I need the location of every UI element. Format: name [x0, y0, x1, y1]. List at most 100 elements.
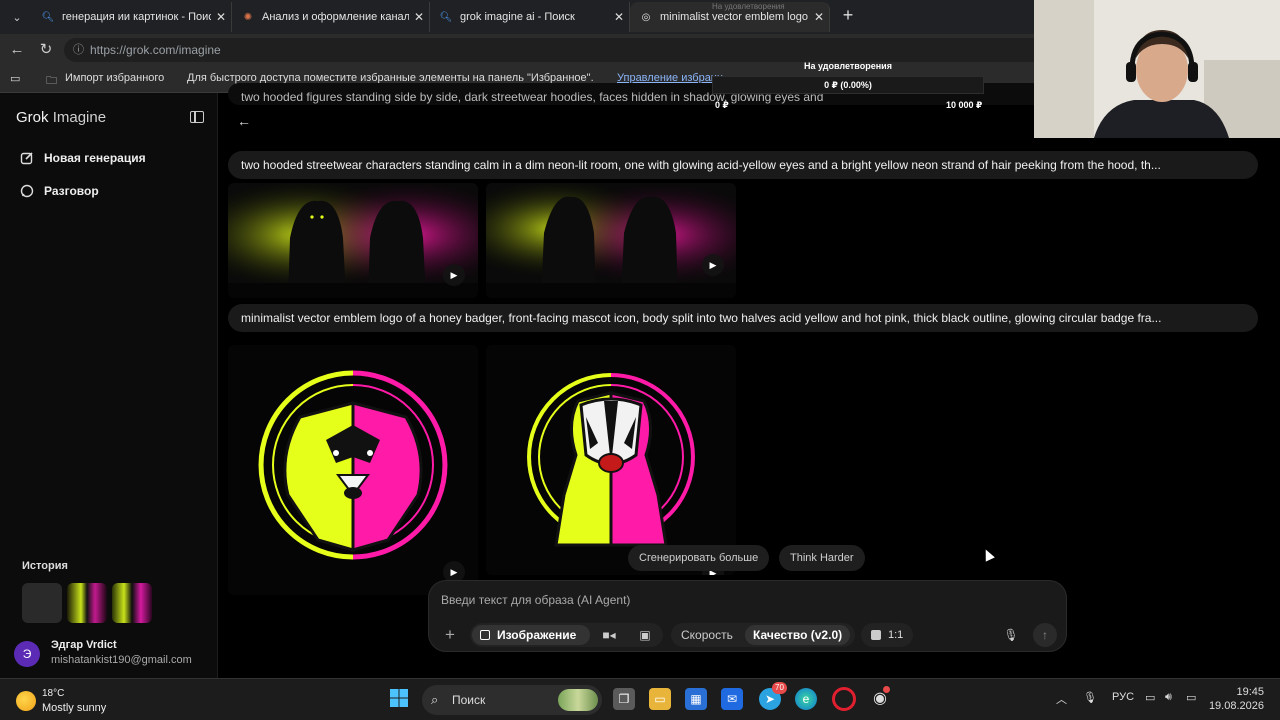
clock-time: 19:45	[1236, 686, 1264, 698]
battery-icon[interactable]: ▭	[1186, 691, 1196, 704]
reading-list-icon[interactable]: ▭	[10, 72, 20, 85]
network-icon[interactable]: ▭	[1145, 691, 1155, 704]
aspect-square-icon	[871, 630, 881, 640]
search-icon: 🔍︎	[41, 11, 55, 23]
mode-switch: Изображение ■◂ ▣	[470, 623, 663, 647]
generated-badger-logo-1[interactable]: ▶	[228, 345, 478, 595]
user-profile[interactable]: Э Эдгар Vrdict mishatankist190@gmail.com	[14, 639, 214, 673]
grok-imagine-app: Grok Imagine Новая генерация Разговор Ис…	[0, 83, 1280, 678]
generated-badger-logo-2[interactable]: ▶	[486, 345, 736, 575]
mouse-cursor-icon	[981, 547, 995, 562]
site-info-icon[interactable]: ⓘ	[73, 38, 84, 62]
close-tab-icon[interactable]: ✕	[409, 10, 429, 24]
search-icon: 🔍︎	[439, 11, 453, 23]
sidebar-item-conversation[interactable]: Разговор	[20, 184, 99, 198]
generate-more-button[interactable]: Сгенерировать больше	[628, 545, 770, 571]
task-view-icon[interactable]: ❐	[613, 688, 635, 710]
send-arrow-icon[interactable]: ↑	[1033, 623, 1057, 647]
history-thumbnail[interactable]	[22, 583, 62, 623]
overlay-title: На удовлетворения	[804, 61, 892, 71]
speed-option[interactable]: Скорость	[673, 625, 741, 645]
overlay-value: 0 ₽ (0.00%)	[824, 80, 872, 90]
close-tab-icon[interactable]: ✕	[609, 10, 629, 24]
clock-date: 19.08.2026	[1208, 700, 1264, 712]
user-name: Эдгар Vrdict	[51, 639, 117, 651]
sun-icon	[16, 691, 36, 711]
sidebar-item-label: Новая генерация	[44, 151, 146, 165]
grok-icon: ◎	[641, 11, 651, 23]
donation-goal-widget: На удовлетворения На удовлетворения 0 ₽ …	[712, 2, 1034, 110]
tab-1[interactable]: 🔍︎ генерация ии картинок - Поиск ✕	[32, 2, 232, 32]
tab-title: grok imagine ai - Поиск	[460, 11, 575, 23]
think-harder-button[interactable]: Think Harder	[779, 545, 865, 571]
prompt-2[interactable]: minimalist vector emblem logo of a honey…	[228, 304, 1258, 332]
mode-image-label: Изображение	[497, 628, 577, 642]
quality-option[interactable]: Качество (v2.0)	[745, 625, 851, 645]
back-arrow-icon[interactable]: ←	[7, 40, 27, 60]
search-icon: ⌕	[431, 692, 439, 707]
reload-icon[interactable]: ↻	[36, 40, 56, 60]
language-indicator[interactable]: РУС	[1112, 691, 1134, 703]
add-attachment-plus-icon[interactable]: +	[439, 623, 461, 647]
telegram-icon[interactable]: ➤ 70	[759, 682, 787, 710]
aspect-ratio-select[interactable]: 1:1	[861, 623, 913, 647]
opera-browser-icon[interactable]	[832, 687, 856, 711]
history-thumbnail[interactable]	[67, 583, 107, 623]
overlay-ghost-title: На удовлетворения	[712, 2, 785, 11]
volume-icon[interactable]: 🔊︎	[1165, 691, 1172, 704]
brand-logo[interactable]: Grok Imagine	[16, 109, 106, 126]
prompt-input[interactable]: Введи текст для образа (AI Agent)	[441, 593, 630, 607]
taskbar-search[interactable]: ⌕ Поиск	[422, 685, 602, 715]
windows-taskbar: 18°C Mostly sunny ⌕ Поиск ❐ ▭ ▦ ✉ ➤ 70 e…	[0, 678, 1280, 720]
prompt-1[interactable]: two hooded streetwear characters standin…	[228, 151, 1258, 179]
prompt-composer: Введи текст для образа (AI Agent) + Изоб…	[428, 580, 1067, 652]
tab-2[interactable]: ✺ Анализ и оформление канала Ki ✕	[232, 2, 430, 32]
close-tab-icon[interactable]: ✕	[809, 10, 829, 24]
history-thumbnail[interactable]	[112, 583, 152, 623]
generated-video-thumbnail[interactable]: ▶	[486, 183, 736, 298]
weather-temp: 18°C	[42, 688, 65, 699]
recording-dot-icon	[883, 686, 890, 693]
edge-browser-icon[interactable]: e	[795, 688, 817, 710]
video-camera-icon[interactable]: ■◂	[594, 625, 624, 645]
obs-icon[interactable]: ◉	[869, 686, 891, 710]
agent-icon[interactable]: ▣	[630, 625, 660, 645]
back-arrow-icon[interactable]: ←	[236, 113, 252, 129]
file-explorer-icon[interactable]: ▭	[649, 688, 671, 710]
overlay-min: 0 ₽	[715, 100, 729, 110]
history-title: История	[22, 560, 68, 572]
sidebar: Grok Imagine Новая генерация Разговор Ис…	[0, 93, 218, 678]
avatar: Э	[14, 641, 40, 667]
tray-chevron-icon[interactable]: ︿	[1056, 691, 1067, 707]
tab-title: minimalist vector emblem logo of	[660, 11, 809, 23]
tab-actions-chevron-icon[interactable]: ⌄	[6, 6, 28, 28]
play-icon[interactable]: ▶	[702, 254, 724, 276]
microphone-icon[interactable]: 🎙︎	[1003, 623, 1019, 647]
import-favorites-link[interactable]: Импорт избранного	[65, 72, 164, 84]
overlay-max: 10 000 ₽	[946, 100, 983, 110]
sidebar-item-label: Разговор	[44, 184, 99, 198]
microsoft-store-icon[interactable]: ▦	[685, 688, 707, 710]
telegram-badge: 70	[772, 682, 787, 694]
aspect-ratio-label: 1:1	[888, 629, 904, 641]
mode-image-button[interactable]: Изображение	[472, 625, 590, 645]
sidebar-item-new-generation[interactable]: Новая генерация	[20, 151, 146, 165]
microphone-tray-icon[interactable]: 🎙︎	[1083, 691, 1097, 704]
brand-bold: Grok	[16, 109, 49, 126]
edit-icon	[20, 151, 34, 165]
claude-icon: ✺	[243, 11, 253, 23]
import-favorites-folder-icon[interactable]: 🗀︎	[46, 72, 57, 91]
user-email: mishatankist190@gmail.com	[51, 654, 192, 666]
mail-icon[interactable]: ✉	[721, 688, 743, 710]
play-icon[interactable]: ▶	[443, 264, 465, 286]
tab-title: Анализ и оформление канала Ki	[262, 11, 409, 23]
chat-icon	[20, 184, 34, 198]
system-clock[interactable]: 19:45 19.08.2026	[1208, 686, 1264, 712]
close-tab-icon[interactable]: ✕	[211, 10, 231, 24]
windows-start-icon[interactable]	[388, 688, 410, 710]
url-text: https://grok.com/imagine	[90, 43, 221, 57]
tab-title: генерация ии картинок - Поиск	[62, 11, 211, 23]
generated-video-thumbnail[interactable]: ▶	[228, 183, 478, 298]
tab-3[interactable]: 🔍︎ grok imagine ai - Поиск ✕	[430, 2, 630, 32]
collapse-sidebar-icon[interactable]	[190, 111, 204, 123]
